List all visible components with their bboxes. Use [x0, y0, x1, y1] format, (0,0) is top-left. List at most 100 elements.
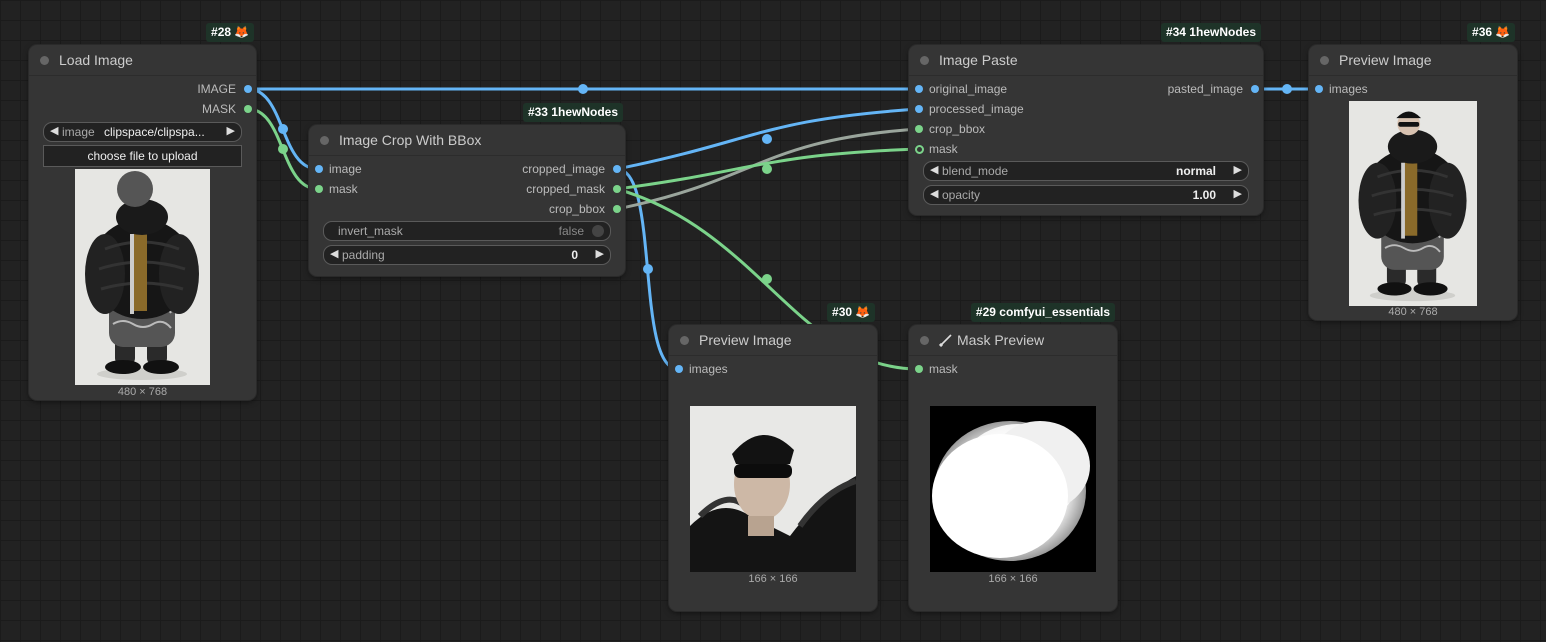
link-midpoint	[762, 274, 772, 284]
node-title: Preview Image	[1339, 52, 1432, 68]
preview-image	[690, 406, 856, 572]
node-header[interactable]: Load Image	[29, 45, 256, 76]
input-processed-image[interactable]: processed_image	[909, 99, 1024, 119]
image-size-label: 480 × 768	[117, 386, 168, 398]
node-image-crop[interactable]: #33 1hewNodes Image Crop With BBox image…	[309, 103, 625, 276]
collapse-toggle[interactable]	[920, 336, 929, 345]
slot-dot[interactable]	[915, 365, 923, 373]
link-midpoint	[762, 134, 772, 144]
widget-value: false	[558, 224, 584, 238]
node-header[interactable]: Image Paste	[909, 45, 1263, 76]
image-size-label: 166 × 166	[988, 573, 1038, 585]
node-badge: #34 1hewNodes	[1160, 23, 1261, 42]
slot-dot[interactable]	[315, 185, 323, 193]
node-header[interactable]: Preview Image	[1309, 45, 1517, 76]
preview-image	[75, 169, 210, 385]
slot-dot[interactable]	[915, 145, 924, 154]
fox-icon: 🦊	[855, 305, 870, 319]
slot-dot[interactable]	[244, 85, 252, 93]
widget-value: clipspace/clipspa...	[104, 125, 205, 139]
output-cropped-image[interactable]: cropped_image	[522, 159, 625, 179]
slot-dot[interactable]	[613, 185, 621, 193]
image-size-label: 166 × 166	[748, 573, 798, 585]
node-header[interactable]: Preview Image	[669, 325, 877, 356]
fox-icon: 🦊	[1495, 25, 1510, 39]
input-original-image[interactable]: original_image	[909, 79, 1007, 99]
mask-image	[930, 406, 1096, 572]
preview-image	[1349, 101, 1477, 306]
input-images[interactable]: images	[669, 359, 728, 379]
blend-mode-widget[interactable]: ◀ blend_mode normal ▶	[923, 161, 1249, 181]
collapse-toggle[interactable]	[40, 56, 49, 65]
padding-widget[interactable]: ◀ padding 0 ▶	[323, 245, 611, 265]
node-title: Mask Preview	[939, 332, 1044, 348]
arrow-right-icon[interactable]: ▶	[1234, 187, 1242, 200]
slot-dot[interactable]	[613, 205, 621, 213]
link-midpoint	[278, 124, 288, 134]
slot-dot[interactable]	[915, 105, 923, 113]
output-image[interactable]: IMAGE	[197, 79, 256, 99]
link-cropped-processed	[616, 107, 919, 171]
node-load-image[interactable]: #28 🦊 Load Image IMAGE MASK ◀ image clips…	[29, 23, 256, 400]
slot-dot[interactable]	[1251, 85, 1259, 93]
output-mask[interactable]: MASK	[202, 99, 256, 119]
input-mask[interactable]: mask	[309, 179, 358, 199]
node-header[interactable]: Image Crop With BBox	[309, 125, 625, 156]
link-midpoint	[278, 144, 288, 154]
arrow-left-icon[interactable]: ◀	[930, 163, 938, 176]
widget-label: padding	[342, 248, 385, 262]
slot-dot[interactable]	[915, 85, 923, 93]
image-combo-widget[interactable]: ◀ image clipspace/clipspa... ▶	[43, 122, 242, 142]
input-crop-bbox[interactable]: crop_bbox	[909, 119, 985, 139]
collapse-toggle[interactable]	[1320, 56, 1329, 65]
node-title-text: Mask Preview	[957, 332, 1045, 348]
link-midpoint	[1282, 84, 1292, 94]
link-midpoint	[643, 264, 653, 274]
slot-dot[interactable]	[613, 165, 621, 173]
arrow-right-icon[interactable]: ▶	[227, 124, 235, 137]
node-badge: #33 1hewNodes	[522, 103, 623, 122]
slot-dot[interactable]	[244, 105, 252, 113]
node-preview-image-30[interactable]: #30 🦊 Preview Image images 166 × 166	[669, 303, 877, 611]
node-header[interactable]: Mask Preview	[909, 325, 1117, 356]
node-title: Image Paste	[939, 52, 1018, 68]
input-images[interactable]: images	[1309, 79, 1368, 99]
node-mask-preview[interactable]: #29 comfyui_essentials Mask Preview mask…	[909, 303, 1117, 611]
arrow-left-icon[interactable]: ◀	[330, 247, 338, 260]
output-cropped-mask[interactable]: cropped_mask	[526, 179, 625, 199]
opacity-widget[interactable]: ◀ opacity 1.00 ▶	[923, 185, 1249, 205]
node-badge: #36 🦊	[1467, 23, 1515, 42]
input-mask[interactable]: mask	[909, 359, 958, 379]
invert-mask-toggle[interactable]: invert_mask false	[323, 221, 611, 241]
input-image[interactable]: image	[309, 159, 362, 179]
widget-label: invert_mask	[338, 224, 403, 238]
collapse-toggle[interactable]	[680, 336, 689, 345]
slot-dot[interactable]	[315, 165, 323, 173]
slot-dot[interactable]	[1315, 85, 1323, 93]
output-pasted-image[interactable]: pasted_image	[1168, 79, 1263, 99]
arrow-left-icon[interactable]: ◀	[930, 187, 938, 200]
slot-dot[interactable]	[675, 365, 683, 373]
node-badge: #29 comfyui_essentials	[970, 303, 1115, 322]
node-title: Load Image	[59, 52, 133, 68]
upload-button[interactable]: choose file to upload	[43, 145, 242, 167]
slot-dot[interactable]	[915, 125, 923, 133]
image-size-label: 480 × 768	[1388, 306, 1438, 318]
collapse-toggle[interactable]	[320, 136, 329, 145]
node-preview-image-36[interactable]: #36 🦊 Preview Image images 480 × 768	[1309, 23, 1517, 320]
toggle-knob[interactable]	[592, 225, 604, 237]
widget-value: 0	[571, 248, 578, 262]
node-badge: #30 🦊	[827, 303, 875, 322]
arrow-left-icon[interactable]: ◀	[50, 124, 58, 137]
arrow-right-icon[interactable]: ▶	[1234, 163, 1242, 176]
node-title: Preview Image	[699, 332, 792, 348]
output-crop-bbox[interactable]: crop_bbox	[549, 199, 625, 219]
node-image-paste[interactable]: #34 1hewNodes Image Paste original_image…	[909, 23, 1263, 215]
input-mask[interactable]: mask	[909, 139, 958, 159]
brush-icon	[939, 334, 952, 347]
link-image-crop	[247, 87, 319, 171]
arrow-right-icon[interactable]: ▶	[596, 247, 604, 260]
widget-value: normal	[1175, 164, 1216, 178]
collapse-toggle[interactable]	[920, 56, 929, 65]
fox-icon: 🦊	[234, 25, 249, 39]
